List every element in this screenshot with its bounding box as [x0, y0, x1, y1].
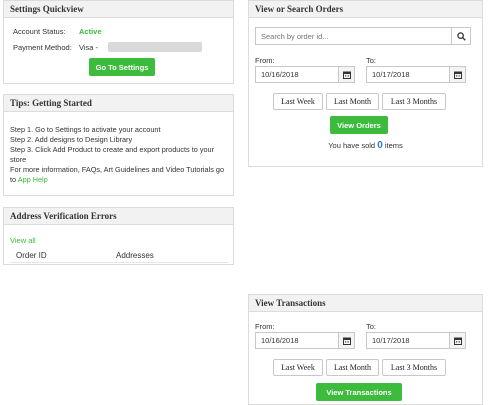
payment-method-value: Visa - — [79, 43, 99, 52]
orders-to-label: To: — [366, 56, 377, 65]
orders-title: View or Search Orders — [249, 1, 482, 18]
orders-from-label: From: — [255, 56, 275, 65]
orders-to-calendar-button[interactable] — [449, 66, 466, 83]
view-transactions-button[interactable]: View Transactions — [316, 383, 402, 401]
transactions-panel: View Transactions From: To: Last Week La… — [248, 294, 483, 405]
transactions-last-week-button[interactable]: Last Week — [273, 359, 323, 376]
transactions-from-calendar-button[interactable] — [338, 332, 355, 349]
calendar-icon — [342, 337, 351, 345]
account-status-value: Active — [79, 27, 102, 36]
transactions-title: View Transactions — [249, 295, 482, 312]
settings-quickview-panel: Settings Quickview Account Status: Activ… — [3, 0, 234, 84]
transactions-to-date[interactable] — [366, 332, 450, 349]
col-order-id: Order ID — [16, 251, 47, 260]
transactions-last-3-months-button[interactable]: Last 3 Months — [382, 359, 446, 376]
table-divider — [10, 262, 228, 263]
orders-last-month-button[interactable]: Last Month — [326, 93, 379, 110]
order-search-input[interactable] — [255, 27, 452, 45]
calendar-icon — [342, 71, 351, 79]
orders-from-date[interactable] — [255, 66, 339, 83]
payment-method-label: Payment Method: — [13, 43, 72, 52]
address-errors-title: Address Verification Errors — [4, 208, 233, 225]
sold-prefix: You have sold — [328, 141, 376, 150]
tips-body: Step 1. Go to Settings to activate your … — [10, 125, 232, 185]
search-icon — [456, 31, 466, 41]
tips-title: Tips: Getting Started — [4, 95, 233, 112]
transactions-to-calendar-button[interactable] — [449, 332, 466, 349]
orders-from-calendar-button[interactable] — [338, 66, 355, 83]
sold-suffix: items — [384, 141, 403, 150]
orders-panel: View or Search Orders From: To: Last Wee… — [248, 0, 483, 167]
view-all-link[interactable]: View all — [10, 236, 36, 245]
orders-to-date[interactable] — [366, 66, 450, 83]
calendar-icon — [453, 337, 462, 345]
sold-count: 0 — [377, 140, 383, 151]
payment-card-redacted — [108, 42, 202, 52]
orders-last-3-months-button[interactable]: Last 3 Months — [382, 93, 446, 110]
transactions-from-label: From: — [255, 322, 275, 331]
go-to-settings-button[interactable]: Go To Settings — [89, 58, 155, 76]
tips-panel: Tips: Getting Started Step 1. Go to Sett… — [3, 94, 234, 196]
transactions-last-month-button[interactable]: Last Month — [326, 359, 379, 376]
calendar-icon — [453, 71, 462, 79]
address-errors-panel: Address Verification Errors View all Ord… — [3, 207, 234, 265]
transactions-to-label: To: — [366, 322, 377, 331]
account-status-label: Account Status: — [13, 27, 66, 36]
settings-quickview-title: Settings Quickview — [4, 1, 233, 18]
view-orders-button[interactable]: View Orders — [330, 116, 388, 134]
search-button[interactable] — [451, 27, 471, 45]
orders-last-week-button[interactable]: Last Week — [273, 93, 323, 110]
tip-step-3: Step 3. Click Add Product to create and … — [10, 145, 215, 164]
tip-step-1: Step 1. Go to Settings to activate your … — [10, 125, 161, 134]
tip-step-2: Step 2. Add designs to Design Library — [10, 135, 133, 144]
tip-more-info: For more information, FAQs, Art Guidelin… — [10, 165, 232, 185]
sold-summary: You have sold 0 items — [249, 140, 482, 151]
col-addresses: Addresses — [116, 251, 154, 260]
app-help-link[interactable]: App Help — [18, 175, 48, 184]
transactions-from-date[interactable] — [255, 332, 339, 349]
